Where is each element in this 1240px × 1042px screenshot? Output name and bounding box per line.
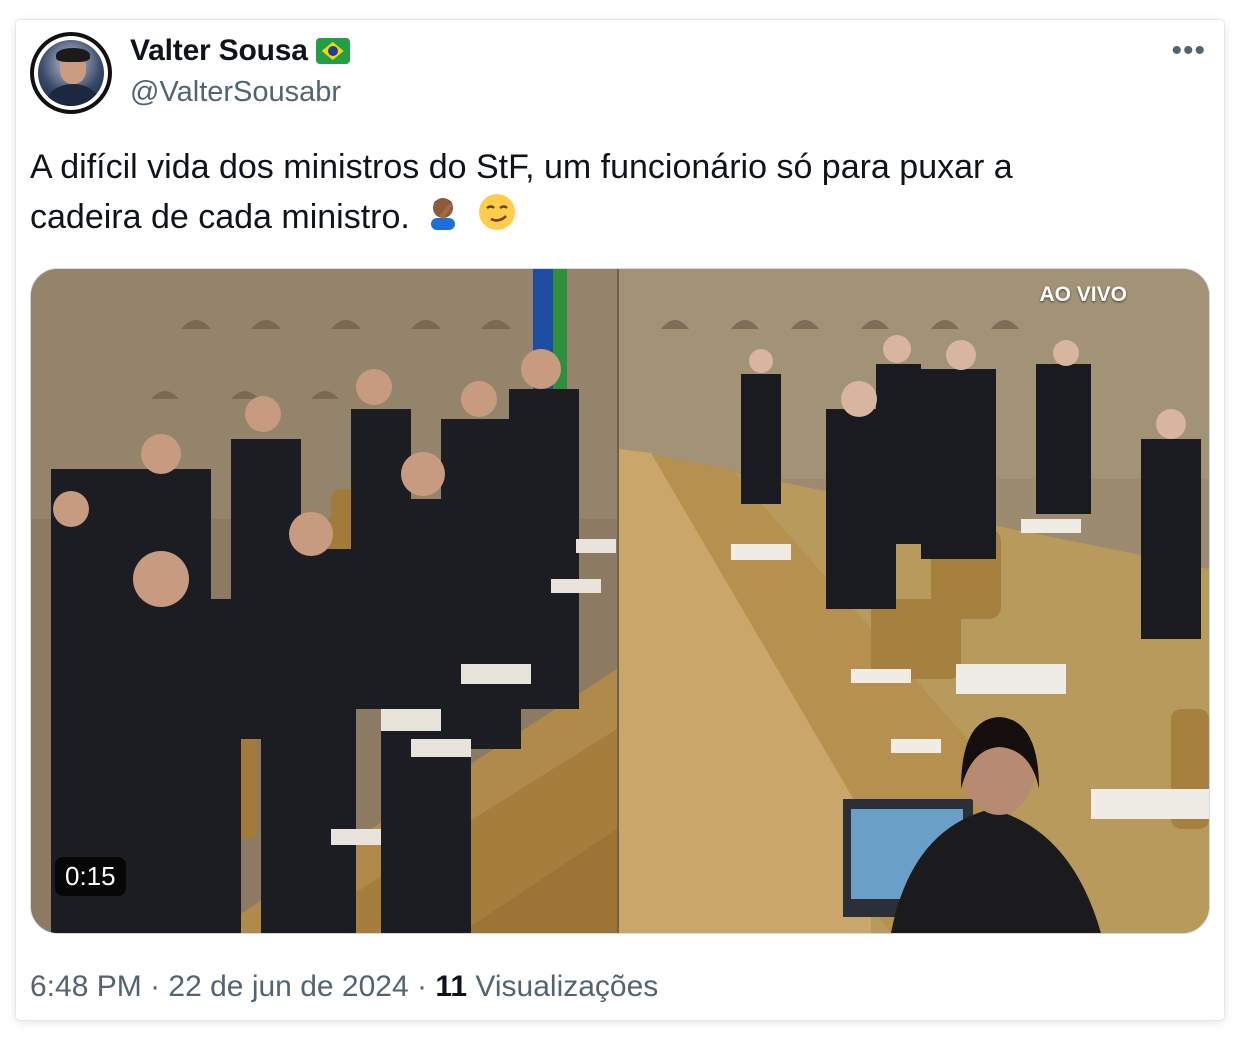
meta-separator-2: ·	[417, 970, 427, 1003]
brazil-flag-icon	[315, 38, 350, 64]
tweet-text-line-1: A difícil vida dos ministros do StF, um …	[30, 148, 1013, 186]
tweet-date[interactable]: 22 de jun de 2024	[168, 970, 408, 1003]
avatar-photo	[38, 40, 104, 106]
video-frame	[31, 269, 1209, 933]
tweet-text-line-2-content: cadeira de cada ministro.	[30, 198, 410, 236]
meta-separator-1: ·	[150, 970, 161, 1003]
tweet-text-line-2: cadeira de cada ministro.	[30, 192, 1190, 246]
author-display-name[interactable]: Valter Sousa	[130, 34, 308, 68]
facepalm-emoji-icon	[425, 194, 461, 244]
tweet-meta: 6:48 PM · 22 de jun de 2024 · 11 Visuali…	[30, 970, 658, 1004]
tweet-card: Valter Sousa @ValterSousabr ••• A difíci…	[16, 20, 1224, 1020]
more-options-icon[interactable]: •••	[1171, 36, 1206, 66]
views-label: Visualizações	[475, 970, 659, 1003]
author-name-row: Valter Sousa	[130, 34, 350, 68]
views-count: 11	[435, 970, 468, 1003]
avatar[interactable]	[30, 32, 112, 114]
live-label: AO VIVO	[1039, 283, 1127, 306]
tweet-text: A difícil vida dos ministros do StF, um …	[30, 142, 1190, 246]
video-duration-badge: 0:15	[55, 857, 126, 896]
video-player[interactable]: AO VIVO 0:15	[30, 268, 1210, 934]
smirk-emoji-icon	[477, 192, 517, 246]
author-handle[interactable]: @ValterSousabr	[130, 76, 341, 109]
tweet-time[interactable]: 6:48 PM	[30, 970, 142, 1003]
